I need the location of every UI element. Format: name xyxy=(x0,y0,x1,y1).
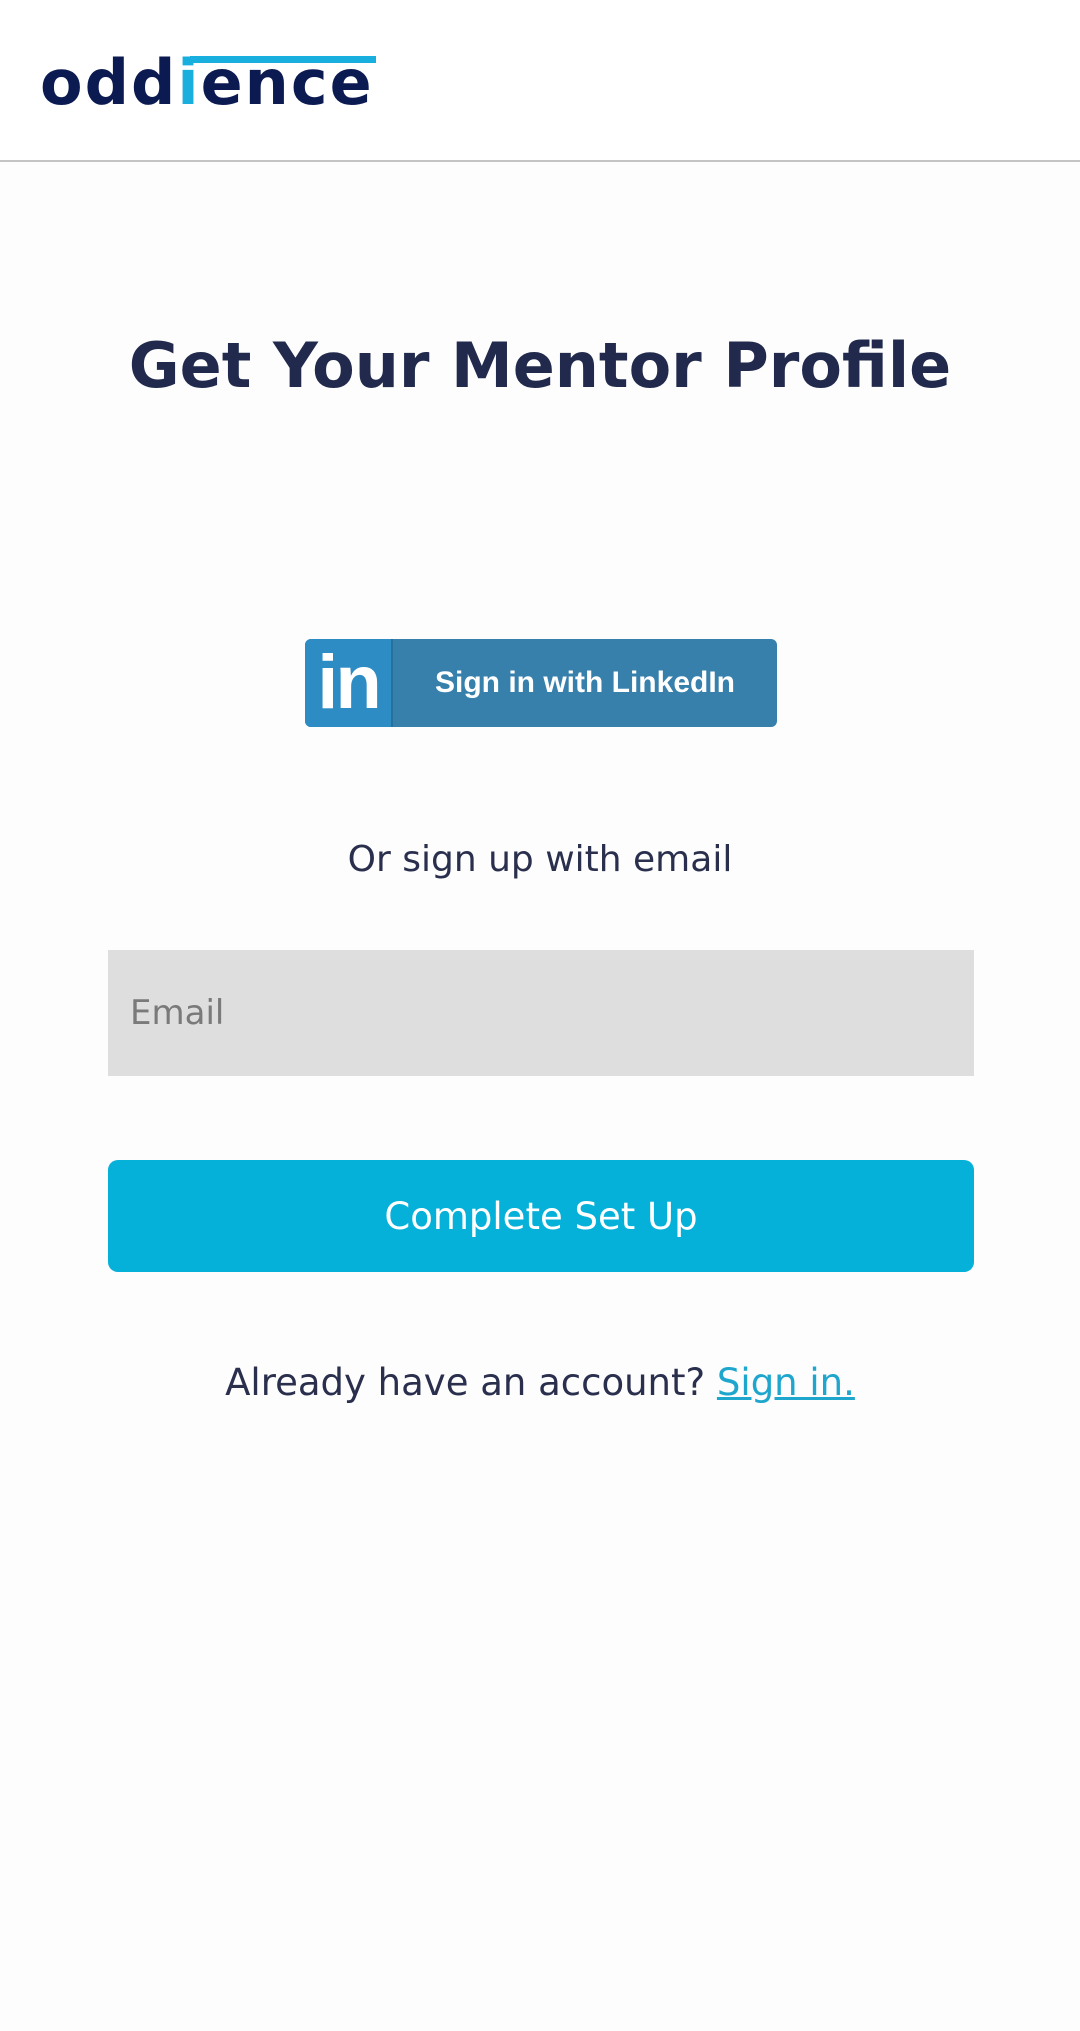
signin-prompt-text: Already have an account? xyxy=(225,1361,706,1404)
page-title: Get Your Mentor Profile xyxy=(128,329,952,402)
linkedin-signin-label: Sign in with LinkedIn xyxy=(435,666,735,699)
signin-prompt-row: Already have an account? Sign in. xyxy=(0,1358,1080,1408)
logo-text-part2: ence xyxy=(200,46,374,119)
logo-wordmark: oddience xyxy=(40,52,374,114)
linkedin-icon: in xyxy=(305,639,393,727)
oddience-logo[interactable]: oddience xyxy=(40,52,376,114)
complete-setup-button[interactable]: Complete Set Up xyxy=(108,1160,974,1272)
logo-text-accent: i xyxy=(177,46,201,119)
app-header: oddience xyxy=(0,0,1080,162)
email-signup-divider: Or sign up with email xyxy=(347,839,733,880)
signin-link[interactable]: Sign in. xyxy=(717,1361,855,1404)
linkedin-signin-button[interactable]: in Sign in with LinkedIn xyxy=(305,639,777,727)
email-field[interactable] xyxy=(108,950,974,1076)
logo-text-part1: odd xyxy=(40,46,178,119)
